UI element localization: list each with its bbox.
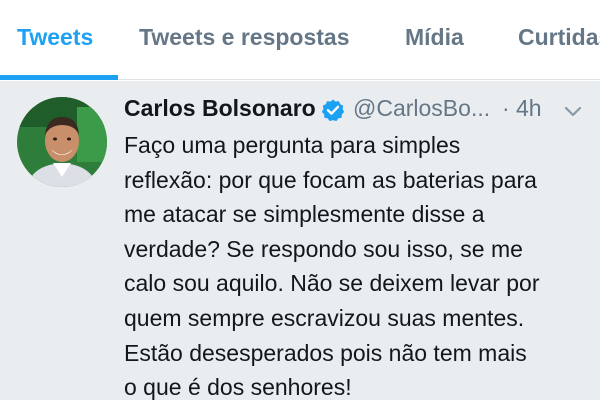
active-tab-indicator bbox=[0, 75, 118, 80]
tweet-text: Faço uma pergunta para simples reflexão:… bbox=[124, 128, 594, 405]
tweet-text-line: Faço uma pergunta para simples bbox=[124, 132, 461, 158]
username-handle[interactable]: @CarlosBo... bbox=[353, 95, 490, 122]
tab-tweets[interactable]: Tweets bbox=[17, 24, 93, 51]
tab-media[interactable]: Mídia bbox=[405, 24, 464, 51]
separator-dot: · bbox=[502, 95, 510, 121]
tweet-text-line: calo sou aquilo. Não se deixem levar por bbox=[124, 270, 540, 297]
tweet-text-line: quem sempre escravizou suas mentes. bbox=[124, 304, 525, 331]
display-name[interactable]: Carlos Bolsonaro bbox=[124, 95, 316, 122]
profile-tabs: Tweets Tweets e respostas Mídia Curtidas bbox=[0, 0, 600, 80]
chevron-down-icon[interactable] bbox=[562, 100, 584, 122]
tweet-header: Carlos Bolsonaro @CarlosBo... · 4h bbox=[124, 95, 594, 127]
avatar-image bbox=[17, 97, 107, 187]
tweet-timestamp[interactable]: 4h bbox=[516, 95, 542, 122]
tweet-text-line: reflexão: por que focam as baterias para bbox=[124, 166, 537, 193]
avatar[interactable] bbox=[17, 97, 107, 187]
tweet[interactable]: Carlos Bolsonaro @CarlosBo... · 4h Faço … bbox=[0, 81, 600, 400]
tweet-text-line: me atacar se simplesmente disse a bbox=[124, 201, 485, 228]
tweet-text-line: verdade? Se respondo sou isso, se me bbox=[124, 235, 523, 262]
tweet-text-line: Estão desesperados pois não tem mais bbox=[124, 339, 527, 366]
verified-badge-icon bbox=[321, 99, 345, 122]
tab-tweets-and-replies[interactable]: Tweets e respostas bbox=[139, 24, 350, 51]
tab-likes[interactable]: Curtidas bbox=[518, 24, 600, 51]
